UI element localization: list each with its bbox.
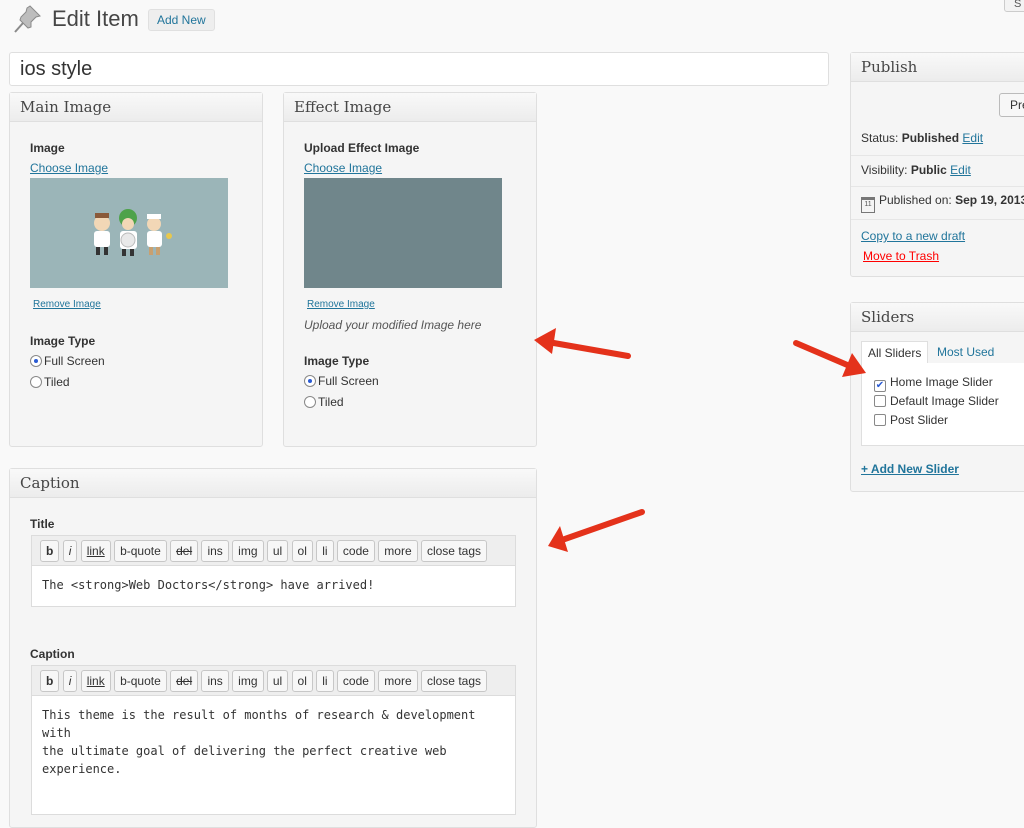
arrow-caption-annotation: [548, 509, 645, 552]
